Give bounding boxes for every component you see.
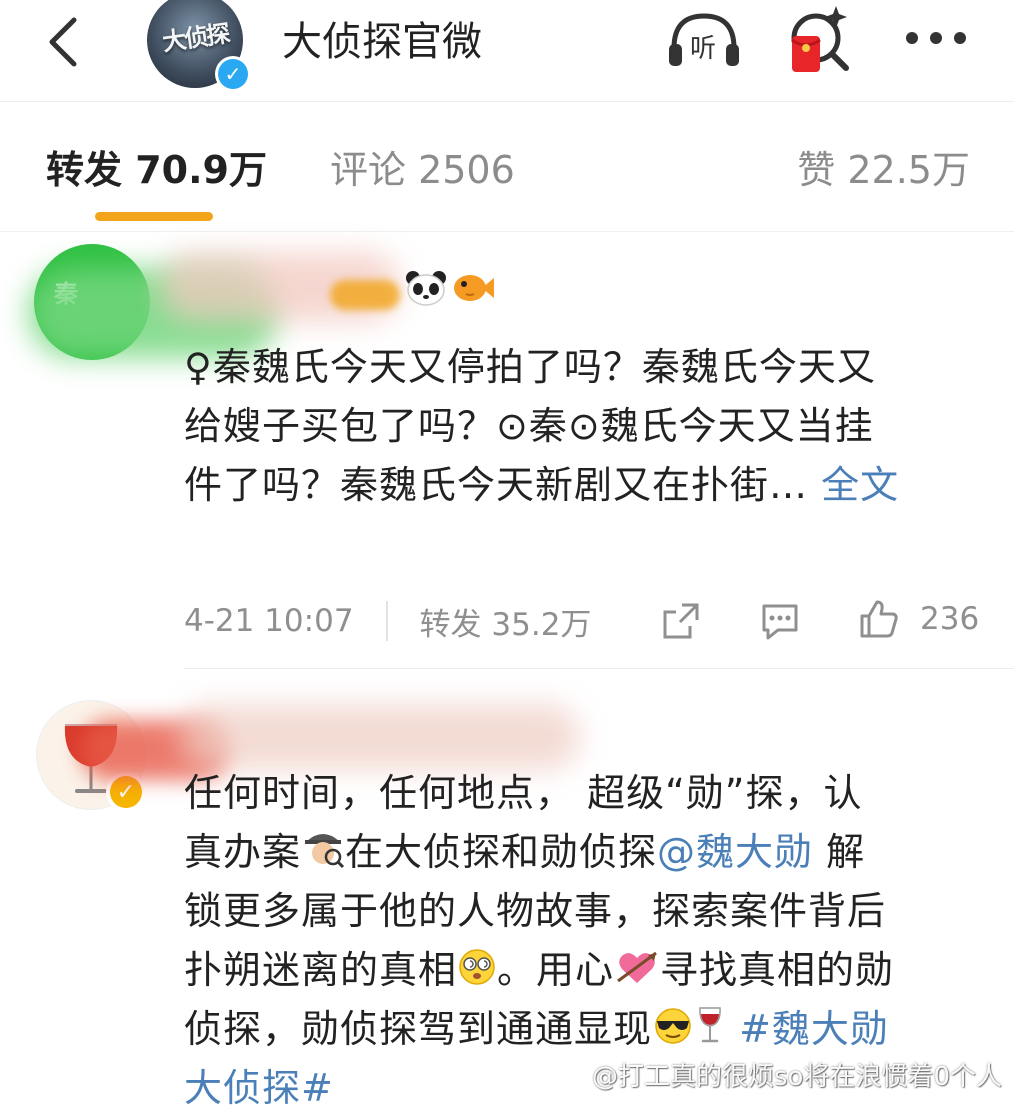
red-packet-search-button[interactable] — [784, 2, 856, 76]
listen-button[interactable]: 听 — [664, 8, 744, 72]
detective-emoji-icon — [305, 834, 345, 869]
meta-separator — [385, 601, 388, 641]
red-packet-search-icon — [791, 6, 849, 72]
repost-text-segment: 真办案 — [184, 830, 302, 874]
wine-glass-emoji-icon — [699, 1007, 721, 1043]
share-button[interactable] — [660, 600, 702, 642]
blurred-username — [180, 704, 580, 770]
weibo-logo-icon — [559, 1064, 586, 1087]
like-count: 236 — [920, 601, 980, 637]
repost-text-segment: 件了吗？秦魏氏今天新剧又在扑街… — [184, 463, 822, 507]
back-button[interactable] — [34, 12, 94, 72]
verified-badge-blue: ✓ — [215, 56, 251, 92]
fish-badge-icon — [454, 275, 494, 301]
repost-count[interactable]: 转发 35.2万 — [420, 599, 592, 644]
repost-text-segment: 寻找真相的勋 — [660, 948, 895, 992]
like-button[interactable]: 236 — [858, 598, 979, 640]
repost-text-line: 任何时间，任何地点， 超级“勋”探，认 — [184, 771, 863, 815]
repost-text: ♀秦魏氏今天又停拍了吗？秦魏氏今天又 给嫂子买包了吗？⊙秦⊙魏氏今天又当挂 件了… — [184, 338, 984, 515]
repost-text-segment: 解 — [813, 830, 866, 874]
repost-text-segment: 。用心 — [497, 948, 615, 992]
listen-label: 听 — [690, 34, 717, 64]
hashtag-link[interactable]: 大侦探# — [184, 1066, 334, 1110]
repost-text-line: 锁更多属于他的人物故事，探索案件背后 — [184, 889, 887, 933]
comment-button[interactable] — [758, 600, 802, 642]
repost-text-line: 真办案 在大侦探和勋侦探@魏大勋 解 — [184, 823, 984, 882]
tab-repost[interactable]: 转发 70.9万 — [46, 142, 267, 198]
tab-comment[interactable]: 评论 2506 — [330, 142, 515, 198]
item-divider — [184, 668, 1014, 669]
watermark-text: @打工真的很烦so将在浪惯着0个人 — [592, 1062, 1002, 1092]
dizzy-face-emoji-icon — [459, 949, 495, 985]
repost-text-line: 扑朔迷离的真相 。用心 寻找真相的勋 — [184, 941, 984, 1000]
repost-text-line: 侦探，勋侦探驾到通通显现 #魏大勋 — [184, 1000, 984, 1059]
hashtag-link[interactable]: #魏大勋 — [726, 1007, 889, 1051]
repost-text-segment: 扑朔迷离的真相 — [184, 948, 458, 992]
top-bar: 大侦探 ✓ 大侦探官微 听 — [0, 0, 1014, 100]
full-text-link[interactable]: 全文 — [821, 463, 899, 507]
repost-text-segment: 在大侦探和勋侦探 — [345, 830, 658, 874]
interaction-tabs: 转发 70.9万 评论 2506 赞 22.5万 — [0, 102, 1014, 230]
more-button[interactable] — [900, 18, 972, 58]
thumbs-up-icon — [860, 600, 898, 638]
comment-icon — [762, 604, 798, 640]
heart-arrow-emoji-icon — [617, 951, 657, 983]
repost-text-line: 给嫂子买包了吗？⊙秦⊙魏氏今天又当挂 — [184, 404, 874, 448]
mention-link[interactable]: @魏大勋 — [657, 830, 813, 874]
repost-text-line: 件了吗？秦魏氏今天新剧又在扑街… 全文 — [184, 456, 984, 515]
chevron-left-icon — [49, 17, 77, 67]
repost-meta: 4-21 10:07 转发 35.2万 — [184, 596, 591, 646]
account-logo-text: 大侦探 — [160, 19, 230, 57]
page-title: 大侦探官微 — [282, 19, 482, 65]
active-tab-indicator — [95, 212, 213, 221]
sunglasses-emoji-icon — [655, 1008, 691, 1044]
repost-text-line: ♀秦魏氏今天又停拍了吗？秦魏氏今天又 — [184, 345, 876, 389]
tab-like[interactable]: 赞 22.5万 — [797, 142, 970, 198]
panda-icon — [406, 271, 446, 306]
more-icon — [906, 32, 966, 44]
weibo-watermark: @打工真的很烦so将在浪惯着0个人 — [558, 1056, 1002, 1093]
repost-text-segment: 侦探，勋侦探驾到通通显现 — [184, 1007, 653, 1051]
share-icon — [663, 603, 699, 639]
timestamp: 4-21 10:07 — [184, 603, 354, 639]
tabs-divider — [0, 231, 1014, 232]
blurred-badge — [330, 280, 400, 310]
